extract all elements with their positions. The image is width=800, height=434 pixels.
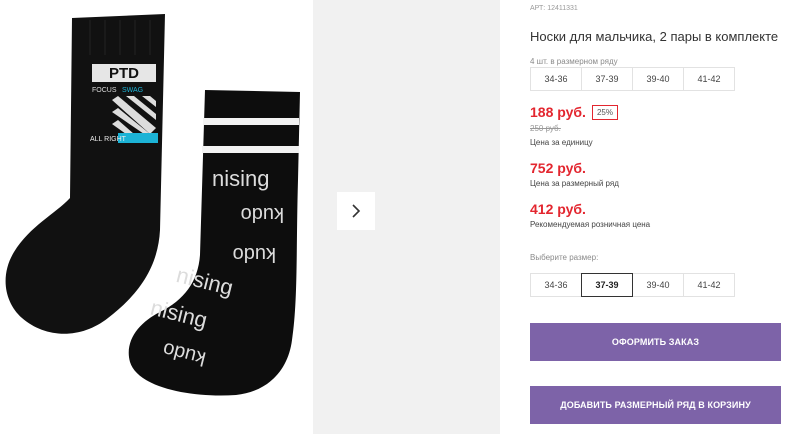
size-option[interactable]: 39-40 <box>632 273 684 297</box>
product-title: Носки для мальчика, 2 пары в комплекте <box>530 29 779 44</box>
size-option[interactable]: 34-36 <box>530 273 582 297</box>
logo-all-right-text: ALL RIGHT <box>90 136 127 143</box>
retail-price: 412 руб. <box>530 201 586 217</box>
socks-illustration: PTD FOCUS SWAG ALL RIGHT nising kudo kud… <box>5 14 300 396</box>
row-price-label: Цена за размерный ряд <box>530 179 619 188</box>
discount-badge: 25% <box>591 104 618 120</box>
unit-price: 188 руб. <box>530 104 586 120</box>
retail-price-label: Рекомендуемая розничная цена <box>530 220 651 229</box>
left-sock <box>5 14 166 334</box>
sock-stripe-1 <box>203 118 299 125</box>
logo-stripes <box>112 96 156 134</box>
row-size-item: 34-36 <box>530 67 582 91</box>
row-size-item: 39-40 <box>632 67 684 91</box>
sock-lettering-3: kudo <box>233 243 276 265</box>
row-size-item: 41-42 <box>683 67 735 91</box>
sock-lettering-2: kudo <box>241 203 284 225</box>
logo-ptd-text: PTD <box>109 65 139 82</box>
old-price: 250 руб. <box>530 124 561 133</box>
checkout-button[interactable]: ОФОРМИТЬ ЗАКАЗ <box>530 323 781 361</box>
unit-price-label: Цена за единицу <box>530 138 593 147</box>
add-row-to-cart-button[interactable]: ДОБАВИТЬ РАЗМЕРНЫЙ РЯД В КОРЗИНУ <box>530 386 781 424</box>
row-sizes-hint: 4 шт. в размерном ряду <box>530 57 618 66</box>
product-article: АРТ: 12411331 <box>530 5 578 12</box>
sock-stripe-2 <box>202 146 299 153</box>
next-image-button[interactable] <box>337 192 375 230</box>
sock-lettering-1: nising <box>212 166 269 191</box>
size-select-hint: Выберите размер: <box>530 253 599 262</box>
logo-focus-text: FOCUS <box>92 87 117 94</box>
logo-swag-text: SWAG <box>122 87 143 94</box>
row-sizes-list: 34-36 37-39 39-40 41-42 <box>530 67 735 91</box>
product-info-panel: АРТ: 12411331 Носки для мальчика, 2 пары… <box>530 0 790 434</box>
row-price: 752 руб. <box>530 160 586 176</box>
product-gallery: PTD FOCUS SWAG ALL RIGHT nising kudo kud… <box>0 0 500 434</box>
row-size-item: 37-39 <box>581 67 633 91</box>
size-option[interactable]: 41-42 <box>683 273 735 297</box>
size-selector: 34-36 37-39 39-40 41-42 <box>530 273 735 297</box>
size-option-selected[interactable]: 37-39 <box>581 273 633 297</box>
chevron-right-icon <box>352 204 361 218</box>
unit-price-row: 188 руб. 25% <box>530 104 618 120</box>
product-image[interactable]: PTD FOCUS SWAG ALL RIGHT nising kudo kud… <box>0 0 313 434</box>
